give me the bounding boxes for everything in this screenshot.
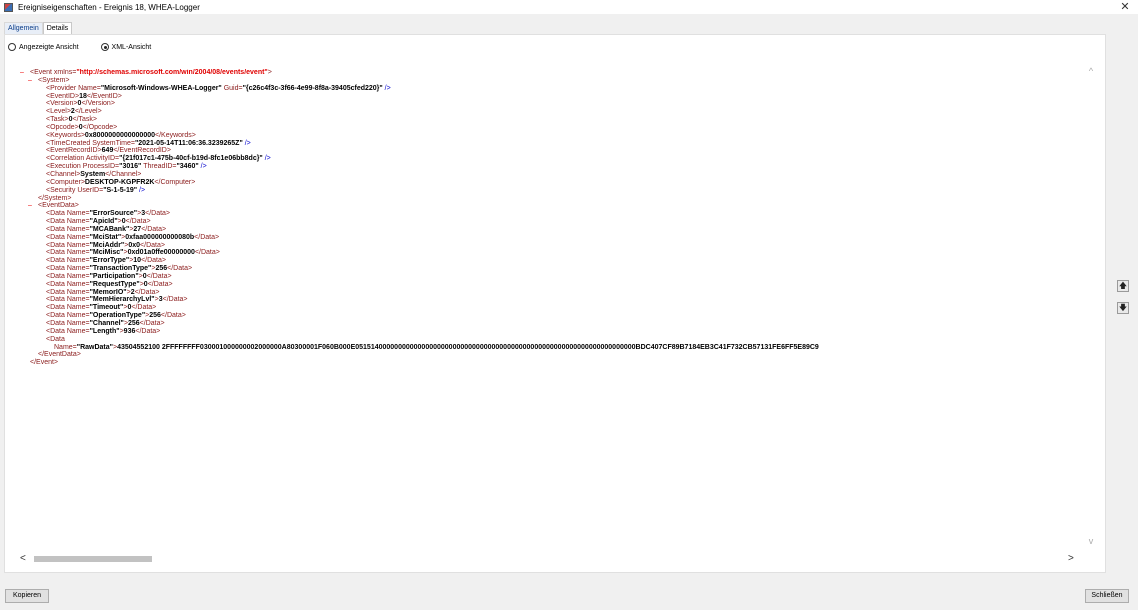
next-event-button[interactable]: 🡇 (1117, 302, 1129, 314)
scroll-up-icon[interactable]: ^ (1084, 66, 1098, 76)
window-title: Ereigniseigenschaften - Ereignis 18, WHE… (18, 2, 200, 12)
radio-circle[interactable] (8, 43, 16, 51)
scroll-left-icon[interactable]: < (20, 553, 26, 565)
xml-line-data: <Data Name="RequestType">0</Data> (46, 280, 173, 288)
xml-line-data: <Data Name="MemHierarchyLvl">3</Data> (46, 296, 188, 304)
collapse-toggle-event[interactable]: – (20, 69, 24, 77)
data-name: "MemHierarchyLvl" (89, 296, 155, 304)
arrow-down-icon: 🡇 (1118, 303, 1128, 312)
xml-line-data: <Data Name="Length">936</Data> (46, 327, 161, 335)
xml-line-data: <Data Name="Timeout">0</Data> (46, 304, 157, 312)
xml-line-correlation: <Correlation ActivityID="{21f017c1-475b-… (46, 155, 271, 163)
data-name: "MciAddr" (89, 241, 125, 249)
xml-line-opcode: <Opcode>0</Opcode> (46, 123, 118, 131)
event-viewer-icon (4, 2, 13, 12)
close-icon[interactable]: ✕ (1118, 0, 1132, 14)
xml-line-eventdata-open: – <EventData> (28, 202, 79, 210)
tab-strip: Allgemein Details (4, 22, 73, 35)
xml-line-event-close: </Event> (30, 359, 59, 367)
vertical-scrollbar[interactable]: ^ v (1084, 62, 1098, 552)
xml-line-data: <Data Name="ErrorSource">3</Data> (46, 210, 171, 218)
xml-line-system-close: </System> (38, 194, 72, 202)
data-name: "MemorIO" (89, 288, 127, 296)
data-name: "Channel" (89, 320, 124, 327)
xml-line-provider: <Provider Name="Microsoft-Windows-WHEA-L… (46, 84, 391, 92)
title-bar: Ereigniseigenschaften - Ereignis 18, WHE… (0, 0, 1138, 14)
xml-line-eventid: <EventID>18</EventID> (46, 92, 122, 100)
view-mode-options: Angezeigte Ansicht XML-Ansicht (8, 43, 173, 51)
radio-xml-view[interactable]: XML-Ansicht (100, 43, 152, 51)
xml-line-rawdata: Name="RawData">43504552100 2FFFFFFFF0300… (54, 343, 819, 351)
xml-view[interactable]: – <Event xmlns="http://schemas.microsoft… (14, 62, 1098, 565)
horizontal-scrollbar[interactable]: < > (14, 553, 1084, 565)
scroll-down-icon[interactable]: v (1084, 536, 1098, 546)
data-name: "MciStat" (89, 233, 122, 241)
xml-line-eventdata-close: </EventData> (38, 351, 81, 359)
xml-line-data: <Data Name="ApicId">0</Data> (46, 218, 151, 226)
xml-line-data: <Data Name="ErrorType">10</Data> (46, 257, 166, 265)
xml-line-data: <Data Name="MemorIO">2</Data> (46, 288, 160, 296)
xml-line-data: <Data Name="MciStat">0xfaa000000000080b<… (46, 233, 220, 241)
close-button[interactable]: Schließen (1085, 589, 1129, 603)
xml-line-data: <Data Name="MciMisc">0xd01a0ffe00000000<… (46, 249, 220, 257)
copy-button[interactable]: Kopieren (5, 589, 49, 603)
xml-line-security: <Security UserID="S-1-5-19" /> (46, 186, 146, 194)
xml-line-keywords: <Keywords>0x8000000000000000</Keywords> (46, 131, 196, 139)
scroll-right-icon[interactable]: > (1068, 553, 1074, 565)
xml-line-timecreated: <TimeCreated SystemTime="2021-05-14T11:0… (46, 139, 251, 147)
data-name: "Timeout" (89, 304, 124, 312)
data-name: "MciMisc" (89, 249, 124, 257)
xml-line-data: <Data Name="Channel">256</Data> (46, 320, 165, 327)
collapse-toggle-eventdata[interactable]: – (28, 202, 32, 210)
xml-line-data: <Data Name="TransactionType">256</Data> (46, 265, 193, 273)
data-name: "OperationType" (89, 312, 146, 320)
collapse-toggle-system[interactable]: – (28, 77, 32, 85)
xml-line-recordid: <EventRecordID>649</EventRecordID> (46, 147, 171, 155)
radio-xml-label: XML-Ansicht (111, 43, 152, 51)
tab-allgemein[interactable]: Allgemein (4, 22, 43, 34)
xml-line-event: – <Event xmlns="http://schemas.microsoft… (20, 69, 272, 77)
data-name: "Length" (89, 327, 120, 335)
xml-line-level: <Level>2</Level> (46, 108, 102, 116)
xml-line-rawdata-open: <Data (46, 335, 65, 343)
xml-line-execution: <Execution ProcessID="3016" ThreadID="34… (46, 163, 207, 171)
data-name: "ErrorSource" (89, 210, 138, 218)
xml-line-data: <Data Name="Participation">0</Data> (46, 272, 172, 280)
data-name: "ApicId" (89, 218, 118, 226)
data-name: "MCABank" (89, 225, 130, 233)
xml-line-computer: <Computer>DESKTOP-KGPFR2K</Computer> (46, 178, 196, 186)
xml-line-system-open: – <System> (28, 76, 70, 85)
radio-circle-checked[interactable] (100, 43, 109, 51)
previous-event-button[interactable]: 🡅 (1117, 280, 1129, 292)
xml-line-data: <Data Name="OperationType">256</Data> (46, 312, 186, 320)
radio-friendly-label: Angezeigte Ansicht (19, 43, 79, 51)
xml-line-data: <Data Name="MCABank">27</Data> (46, 225, 167, 233)
xml-line-task: <Task>0</Task> (46, 116, 97, 124)
rawdata-value: 43504552100 2FFFFFFFF0300010000000020000… (117, 343, 819, 351)
xml-line-version: <Version>0</Version> (46, 100, 115, 108)
data-name: "Participation" (89, 272, 139, 280)
data-name: "TransactionType" (89, 265, 152, 273)
horizontal-scroll-thumb[interactable] (34, 556, 152, 562)
data-name: "ErrorType" (89, 257, 130, 265)
xml-line-data: <Data Name="MciAddr">0x0</Data> (46, 241, 165, 249)
radio-friendly-view[interactable]: Angezeigte Ansicht (8, 43, 79, 51)
xml-line-channel: <Channel>System</Channel> (46, 170, 142, 178)
arrow-up-icon: 🡅 (1118, 281, 1128, 290)
xml-lines: – <Event xmlns="http://schemas.microsoft… (14, 69, 1084, 367)
data-name: "RequestType" (89, 280, 140, 288)
